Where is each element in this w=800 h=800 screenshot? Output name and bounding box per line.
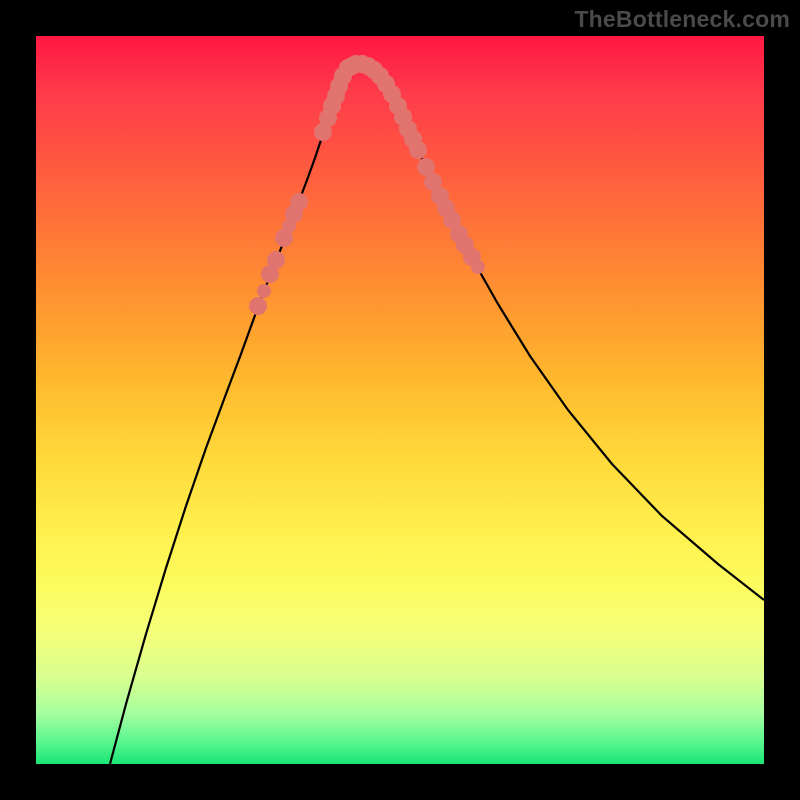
curve-marker	[471, 260, 485, 274]
plot-area	[36, 36, 764, 764]
curve-marker	[267, 251, 285, 269]
curve-layer	[36, 36, 764, 764]
curve-markers	[249, 55, 485, 315]
curve-marker	[409, 141, 427, 159]
bottleneck-curve	[110, 64, 764, 764]
chart-frame: TheBottleneck.com	[0, 0, 800, 800]
curve-marker	[257, 284, 271, 298]
attribution-label: TheBottleneck.com	[574, 6, 790, 33]
curve-marker	[290, 193, 308, 211]
curve-marker	[249, 297, 267, 315]
